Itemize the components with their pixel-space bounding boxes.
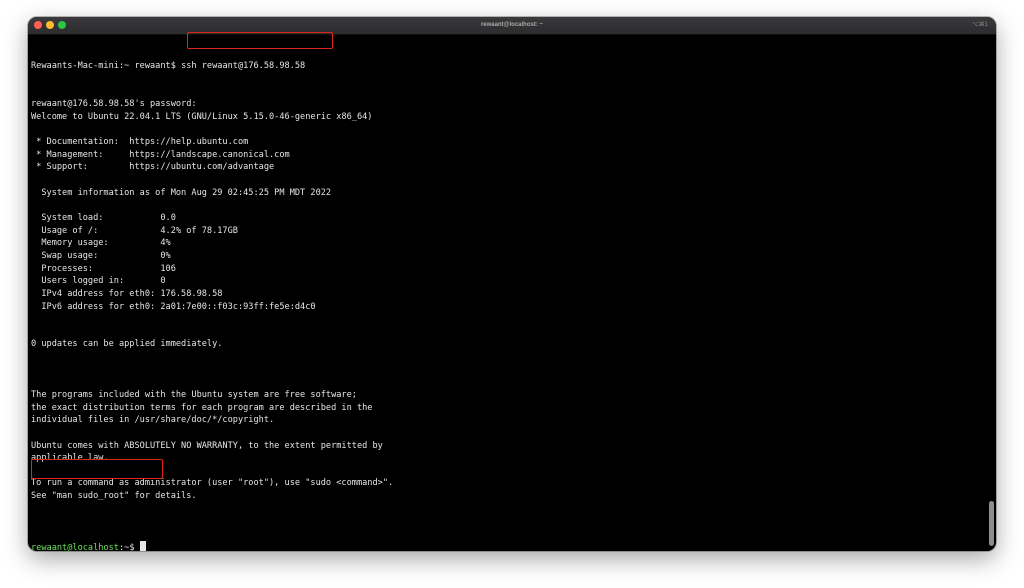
terminal-line: Usage of /: 4.2% of 78.17GB [31, 225, 238, 236]
terminal-line: the exact distribution terms for each pr… [31, 402, 373, 413]
terminal-line: * Management: https://landscape.canonica… [31, 149, 290, 160]
terminal-line: Processes: 106 [31, 263, 176, 274]
terminal-line: * Documentation: https://help.ubuntu.com [31, 137, 249, 148]
terminal-line: IPv6 address for eth0: 2a01:7e00::f03c:9… [31, 301, 316, 312]
terminal-line: Users logged in: 0 [31, 276, 166, 287]
title-bar[interactable]: rewaant@localhost: ~ ⌥⌘1 [28, 17, 996, 35]
terminal-line: IPv4 address for eth0: 176.58.98.58 [31, 288, 223, 299]
final-prompt-user: rewaant@localhost [31, 542, 119, 551]
scrollbar-thumb[interactable] [989, 501, 994, 546]
prompt-highlight-box [31, 459, 163, 479]
final-prompt-path: :~$ [118, 542, 140, 551]
terminal-line: System load: 0.0 [31, 213, 176, 224]
text-cursor [139, 540, 146, 551]
terminal-line: See "man sudo_root" for details. [31, 491, 197, 502]
command-highlight-box [187, 32, 333, 49]
terminal-line: * Support: https://ubuntu.com/advantage [31, 162, 275, 173]
terminal-line: To run a command as administrator (user … [31, 478, 394, 489]
terminal-line: individual files in /usr/share/doc/*/cop… [31, 415, 275, 426]
terminal-line: rewaant@176.58.98.58's password: [31, 99, 197, 110]
first-prompt-line: Rewaants-Mac-mini:~ rewaant$ ssh rewaant… [31, 60, 981, 73]
terminal-line: Welcome to Ubuntu 22.04.1 LTS (GNU/Linux… [31, 111, 373, 122]
output-lines: rewaant@176.58.98.58's password: Welcome … [31, 98, 981, 515]
terminal-line: 0 updates can be applied immediately. [31, 339, 223, 350]
ssh-command: ssh rewaant@176.58.98.58 [181, 61, 306, 72]
window-shortcut-label: ⌥⌘1 [971, 22, 988, 28]
terminal-line: System information as of Mon Aug 29 02:4… [31, 187, 332, 198]
terminal-line: Swap usage: 0% [31, 250, 171, 261]
terminal-line: Memory usage: 4% [31, 238, 171, 249]
window-title: rewaant@localhost: ~ [480, 22, 544, 28]
final-prompt-line[interactable]: rewaant@localhost:~$ [31, 540, 981, 551]
terminal-line: The programs included with the Ubuntu sy… [31, 390, 357, 400]
terminal-output[interactable]: Rewaants-Mac-mini:~ rewaant$ ssh rewaant… [31, 35, 981, 551]
first-prompt: Rewaants-Mac-mini:~ rewaant$ [31, 61, 176, 72]
terminal-line: Ubuntu comes with ABSOLUTELY NO WARRANTY… [31, 440, 383, 451]
terminal-window: rewaant@localhost: ~ ⌥⌘1 Rewaants-Mac-mi… [28, 17, 996, 551]
terminal-line: applicable law. [31, 453, 109, 464]
